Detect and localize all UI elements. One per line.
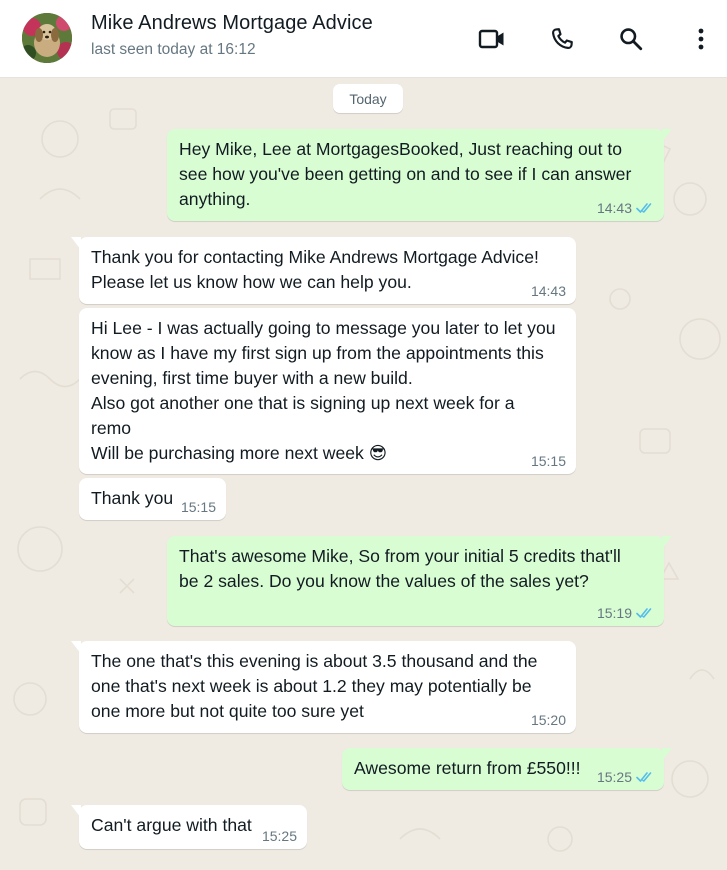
last-seen-status: last seen today at 16:12 [91, 41, 256, 58]
voice-call-icon[interactable] [545, 22, 579, 56]
message-time: 15:25 [261, 828, 297, 844]
message-time: 15:15 [530, 453, 566, 469]
message-time: 15:19 [596, 605, 632, 621]
message-text: Thank you [91, 488, 174, 508]
bubble-tail [662, 129, 672, 142]
message-text: The one that's this evening is about 3.5… [91, 651, 538, 721]
date-divider: Today [333, 84, 403, 113]
incoming-message[interactable]: Hi Lee - I was actually going to message… [79, 308, 576, 474]
bubble-tail [662, 536, 672, 549]
message-time: 15:15 [180, 499, 216, 515]
search-icon[interactable] [614, 22, 648, 56]
incoming-message[interactable]: Thank you 15:15 [79, 478, 226, 520]
bubble-tail [71, 237, 81, 250]
read-receipt-icon [636, 203, 652, 213]
read-receipt-icon [636, 772, 652, 782]
message-text-body: Hi Lee - I was actually going to message… [91, 318, 556, 463]
message-text: That's awesome Mike, So from your initia… [179, 546, 621, 591]
message-time: 15:25 [596, 769, 632, 785]
message-meta: 15:25 [597, 768, 654, 786]
message-meta: 14:43 [597, 199, 654, 217]
message-time: 15:20 [530, 712, 566, 728]
chat-message-area[interactable]: Today Hey Mike, Lee at MortgagesBooked, … [0, 79, 727, 870]
message-text: Hey Mike, Lee at MortgagesBooked, Just r… [179, 139, 632, 209]
video-call-icon[interactable] [475, 22, 509, 56]
incoming-message[interactable]: Can't argue with that 15:25 [71, 805, 307, 849]
message-text: Hi Lee - I was actually going to message… [91, 316, 556, 466]
message-meta: 15:19 [597, 604, 654, 622]
outgoing-message[interactable]: Hey Mike, Lee at MortgagesBooked, Just r… [167, 129, 672, 221]
sunglasses-emoji: 😎 [368, 443, 388, 463]
more-options-icon[interactable] [684, 22, 718, 56]
chat-header: Mike Andrews Mortgage Advice last seen t… [0, 0, 727, 78]
outgoing-message[interactable]: That's awesome Mike, So from your initia… [167, 536, 672, 626]
read-receipt-icon [636, 608, 652, 618]
incoming-message[interactable]: The one that's this evening is about 3.5… [71, 641, 576, 733]
message-meta: 15:15 [181, 498, 216, 516]
message-meta: 15:25 [262, 827, 297, 845]
outgoing-message[interactable]: Awesome return from £550!!! 15:25 [342, 748, 672, 790]
contact-avatar[interactable] [22, 13, 72, 63]
message-meta: 14:43 [531, 282, 566, 300]
bubble-tail [71, 641, 81, 654]
bubble-tail [71, 805, 81, 818]
message-meta: 15:15 [531, 452, 566, 470]
message-text: Awesome return from £550!!! [354, 758, 581, 778]
contact-name[interactable]: Mike Andrews Mortgage Advice [91, 12, 373, 35]
message-text: Can't argue with that [91, 815, 252, 835]
message-time: 14:43 [530, 283, 566, 299]
incoming-message[interactable]: Thank you for contacting Mike Andrews Mo… [71, 237, 576, 304]
avatar-image [22, 13, 72, 63]
message-meta: 15:20 [531, 711, 566, 729]
message-time: 14:43 [596, 200, 632, 216]
message-text: Thank you for contacting Mike Andrews Mo… [91, 247, 539, 292]
bubble-tail [662, 748, 672, 761]
